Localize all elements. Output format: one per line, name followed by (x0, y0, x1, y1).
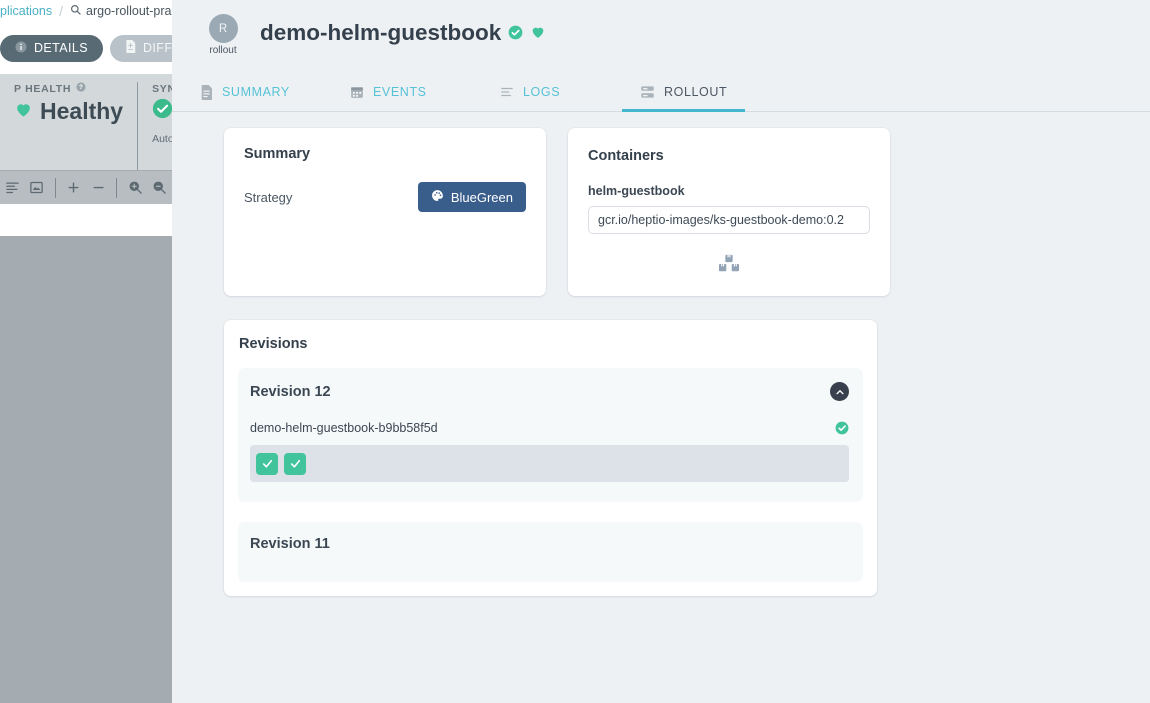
strategy-label: Strategy (244, 189, 293, 205)
heart-icon (14, 98, 33, 125)
breadcrumb-current-app[interactable]: argo-rollout-practice (70, 4, 172, 18)
container-image-input[interactable] (588, 206, 870, 234)
pods-strip (250, 445, 849, 482)
revision-name: Revision 12 (250, 383, 331, 400)
containers-card-title: Containers (588, 148, 664, 164)
app-health-label: P HEALTH (14, 82, 72, 95)
rollout-tabs: SUMMARY EVENTS LOGS ROLLOUT (172, 74, 1150, 112)
breadcrumb-applications-link[interactable]: plications (0, 4, 52, 18)
tab-summary[interactable]: SUMMARY (182, 75, 332, 112)
breadcrumb-separator: / (59, 3, 64, 19)
app-health-value-row: Healthy (14, 98, 123, 125)
chevron-up-icon[interactable] (830, 382, 849, 401)
revision-block[interactable]: Revision 11 (238, 522, 863, 582)
tab-logs[interactable]: LOGS (482, 75, 622, 112)
tab-events[interactable]: EVENTS (332, 75, 482, 112)
revisions-card-title: Revisions (239, 336, 308, 352)
pod-status-icon[interactable] (256, 452, 278, 475)
avatar-wrap: R rollout (202, 12, 244, 56)
toolbar-divider (54, 177, 56, 198)
top-cards-row: Summary Strategy BlueGreen Containers he… (224, 128, 1150, 296)
document-icon (200, 84, 213, 100)
tab-rollout[interactable]: ROLLOUT (622, 75, 746, 112)
strategy-row: Strategy BlueGreen (244, 182, 526, 212)
info-icon (15, 41, 27, 56)
tab-rollout-label: ROLLOUT (664, 85, 728, 99)
container-name-label: helm-guestbook (588, 184, 685, 198)
revisions-card: Revisions Revision 12 demo-helm-guestboo… (224, 320, 877, 596)
search-icon (70, 4, 81, 18)
replicaset-name: demo-helm-guestbook-b9bb58f5d (250, 421, 438, 435)
rollout-content: Summary Strategy BlueGreen Containers he… (172, 112, 1150, 596)
app-health-label-row: P HEALTH ? (14, 82, 123, 95)
file-diff-icon (125, 40, 136, 56)
details-button[interactable]: DETAILS (0, 34, 103, 62)
help-circle-icon[interactable]: ? (76, 82, 86, 95)
check-circle-icon (508, 20, 523, 46)
rollout-extension-panel: R rollout demo-helm-guestbook SUMMARY EV… (172, 0, 1150, 703)
argocd-app-toolbar: DETAILS DIFF SYN (0, 22, 172, 74)
sync-status: SYNC STATUS ? Synce Auto sync is enab Au… (137, 82, 172, 170)
app-health-status: P HEALTH ? Healthy (0, 82, 137, 170)
svg-text:?: ? (79, 84, 83, 91)
graph-toolbar (0, 170, 172, 204)
breadcrumb-app-name: argo-rollout-practice (86, 4, 172, 18)
replicaset-row: demo-helm-guestbook-b9bb58f5d (250, 421, 849, 435)
tab-logs-label: LOGS (523, 85, 561, 99)
calendar-icon (350, 85, 364, 99)
zoom-out-icon[interactable] (148, 171, 172, 205)
diff-button[interactable]: DIFF (109, 34, 172, 62)
details-button-label: DETAILS (34, 41, 88, 55)
check-circle-icon (152, 98, 172, 125)
page-title-row: demo-helm-guestbook (260, 12, 546, 46)
breadcrumb: plications / argo-rollout-practice (0, 0, 172, 22)
avatar: R (208, 14, 238, 43)
sync-status-value-row: Synce (152, 98, 172, 125)
rollout-title-row: R rollout demo-helm-guestbook (202, 12, 1150, 56)
revision-name: Revision 11 (250, 536, 330, 552)
containers-icon-row (588, 254, 870, 279)
summary-card-title: Summary (244, 146, 311, 162)
diff-button-label: DIFF (142, 41, 172, 55)
align-left-icon[interactable] (0, 171, 24, 205)
revision-header: Revision 11 (250, 536, 849, 552)
tab-events-label: EVENTS (373, 85, 427, 99)
containers-card: Containers helm-guestbook (568, 128, 890, 296)
rollout-header: R rollout demo-helm-guestbook (172, 0, 1150, 56)
sync-status-label: SYNC STATUS (152, 82, 172, 95)
app-health-value: Healthy (40, 98, 124, 124)
summary-card: Summary Strategy BlueGreen (224, 128, 546, 296)
sync-author-row: Author: ch (152, 146, 172, 160)
avatar-kind-label: rollout (209, 45, 237, 56)
plus-icon[interactable] (62, 171, 86, 205)
pod-status-icon[interactable] (284, 452, 306, 475)
minus-icon[interactable] (86, 171, 110, 205)
heart-icon (530, 20, 546, 46)
resource-graph-canvas[interactable] (0, 236, 172, 703)
tab-summary-label: SUMMARY (222, 85, 290, 99)
rollout-icon (640, 85, 655, 99)
argocd-status-bar: P HEALTH ? Healthy SYNC STATUS ? (0, 74, 172, 170)
logs-icon (500, 85, 514, 99)
strategy-badge[interactable]: BlueGreen (417, 182, 526, 212)
sync-status-details: Auto sync is enab Author: ch Comment: Re (152, 132, 172, 170)
strategy-badge-label: BlueGreen (450, 189, 513, 205)
sync-comment-row: Comment: Re (152, 160, 172, 170)
fit-screen-icon[interactable] (24, 171, 48, 205)
check-circle-icon (835, 421, 849, 435)
argocd-background-page: plications / argo-rollout-practice DETAI… (0, 0, 172, 703)
revision-block: Revision 12 demo-helm-guestbook-b9bb58f5… (238, 368, 863, 502)
zoom-in-icon[interactable] (123, 171, 147, 205)
auto-sync-note: Auto sync is enab (152, 133, 172, 145)
page-title: demo-helm-guestbook (260, 20, 502, 45)
toolbar-divider (116, 177, 118, 198)
boxes-icon[interactable] (718, 254, 740, 279)
revision-header: Revision 12 (250, 382, 849, 401)
sync-status-label-row: SYNC STATUS ? (152, 82, 172, 95)
palette-icon (431, 189, 444, 205)
